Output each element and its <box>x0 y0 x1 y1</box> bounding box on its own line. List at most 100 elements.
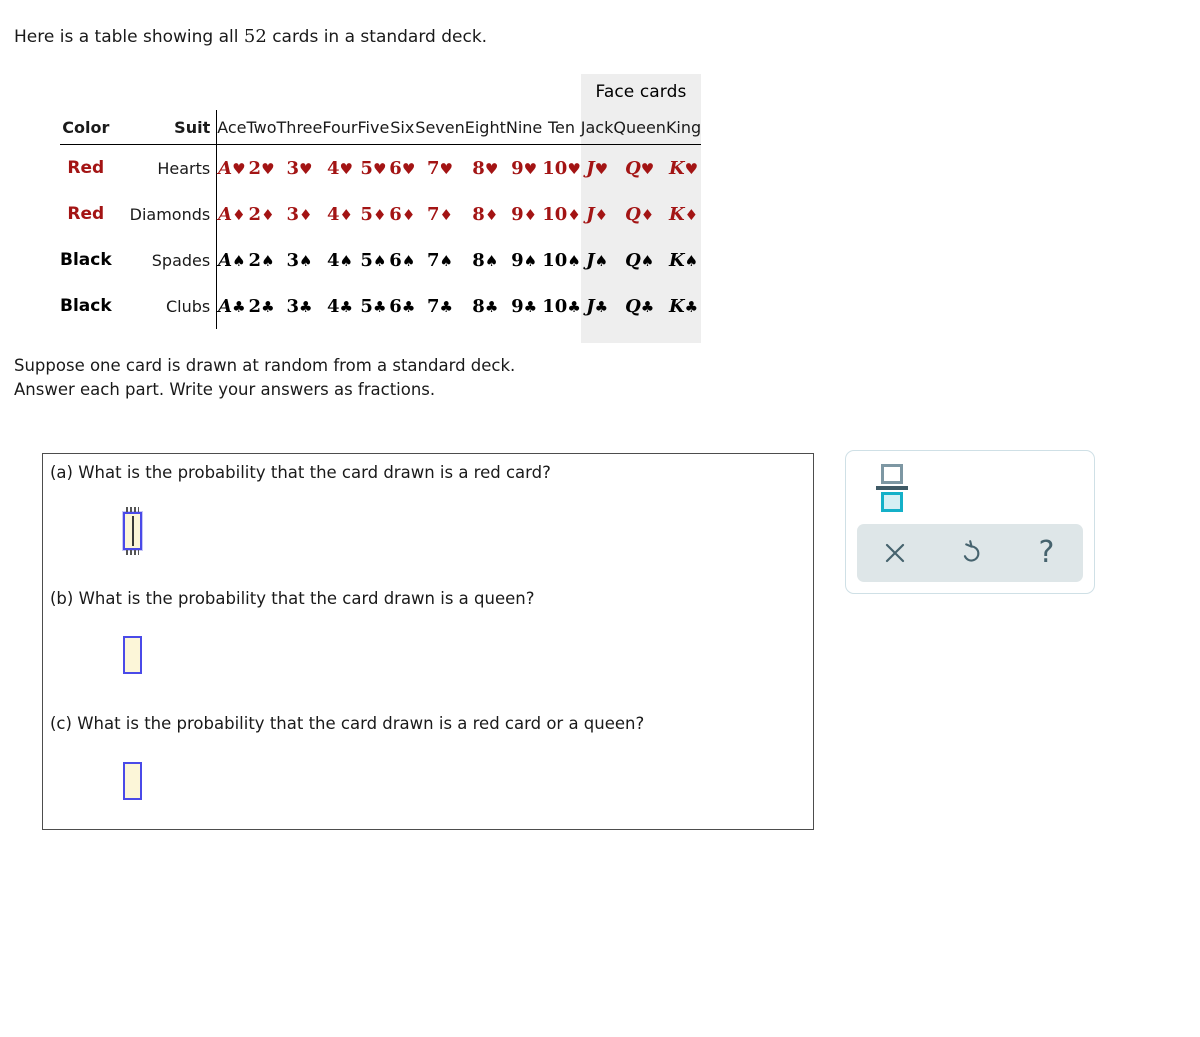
cell-suit-clubs: Clubs <box>129 283 218 329</box>
card-6-diamonds: 6♦ <box>389 203 416 225</box>
question-mark-icon: ? <box>1038 535 1055 570</box>
card-9-hearts: 9♥ <box>511 157 538 179</box>
clear-button[interactable] <box>857 524 932 582</box>
cell-suit-spades: Spades <box>129 237 218 283</box>
card-5-spades: 5♠ <box>360 249 387 271</box>
cell-color-diamonds: Red <box>67 204 105 224</box>
undo-icon <box>963 540 979 562</box>
card-k-clubs: K♣ <box>665 283 702 329</box>
card-j-diamonds: J♦ <box>580 191 614 237</box>
card-q-diamonds: Q♦ <box>613 191 666 237</box>
header-rank-five: Five <box>357 110 390 145</box>
card-k-diamonds: K♦ <box>665 191 702 237</box>
table-header-row: Color Suit Ace Two Three Four Five Six Seven Eigh… <box>60 110 702 145</box>
card-3-hearts: 3♥ <box>286 157 313 179</box>
card-q-spades: Q♠ <box>613 237 666 283</box>
header-rank-ten: Ten <box>542 110 581 145</box>
deck-table-container: Face cards Color Suit Ace Two Three Four Five Si… <box>60 74 702 343</box>
card-4-diamonds: 4♦ <box>326 203 353 225</box>
cell-color-clubs: Black <box>60 296 112 316</box>
header-rank-four: Four <box>322 110 358 145</box>
card-5-hearts: 5♥ <box>360 157 387 179</box>
cell-suit-diamonds: Diamonds <box>129 191 218 237</box>
deck-table: Face cards Color Suit Ace Two Three Four Five Si… <box>60 74 702 343</box>
answer-input-b[interactable] <box>123 636 142 674</box>
card-7-hearts: 7♥ <box>427 157 453 179</box>
card-10-hearts: 10♥ <box>542 157 581 179</box>
intro-text-before: Here is a table showing all <box>14 27 244 47</box>
card-4-hearts: 4♥ <box>326 157 353 179</box>
card-8-hearts: 8♥ <box>472 157 499 179</box>
math-toolbar: ? <box>845 450 1095 594</box>
card-a-diamonds: A♦ <box>218 203 246 225</box>
header-rank-two: Two <box>246 110 277 145</box>
card-10-clubs: 10♣ <box>542 295 581 317</box>
header-suit: Suit <box>129 110 218 145</box>
instructions-text: Suppose one card is drawn at random from… <box>14 356 516 399</box>
fraction-denominator-box <box>881 492 903 512</box>
facecards-label: Face cards <box>580 74 702 110</box>
fraction-bar <box>876 486 908 490</box>
header-rank-three: Three <box>276 110 323 145</box>
card-7-clubs: 7♣ <box>427 295 453 317</box>
fraction-icon[interactable] <box>868 459 920 512</box>
card-10-diamonds: 10♦ <box>542 203 581 225</box>
intro-sentence: Here is a table showing all 52 cards in … <box>14 26 487 48</box>
question-b-label: (b) What is the probability that the car… <box>50 589 535 608</box>
resize-handle-bottom[interactable] <box>126 550 139 555</box>
card-a-hearts: A♥ <box>218 157 246 179</box>
intro-text-after: cards in a standard deck. <box>266 27 488 47</box>
card-5-diamonds: 5♦ <box>360 203 387 225</box>
card-5-clubs: 5♣ <box>360 295 387 317</box>
card-7-diamonds: 7♦ <box>427 203 453 225</box>
card-2-clubs: 2♣ <box>248 295 275 317</box>
fraction-numerator-box <box>881 464 903 484</box>
question-c-label: (c) What is the probability that the car… <box>50 714 645 733</box>
answer-input-a[interactable] <box>123 507 142 555</box>
card-8-clubs: 8♣ <box>472 295 499 317</box>
card-j-spades: J♠ <box>580 237 614 283</box>
table-row: Red Hearts A♥ 2♥ 3♥ 4♥ 5♥ 6♥ 7♥ 8♥ 9♥ 10♥ J♥ Q♥ K♥ <box>60 144 702 191</box>
card-q-hearts: Q♥ <box>613 144 666 191</box>
card-j-clubs: J♣ <box>580 283 614 329</box>
cell-suit-hearts: Hearts <box>129 144 218 191</box>
card-6-hearts: 6♥ <box>389 157 416 179</box>
card-a-clubs: A♣ <box>218 295 246 317</box>
question-a-label: (a) What is the probability that the car… <box>50 463 551 482</box>
card-3-clubs: 3♣ <box>286 295 313 317</box>
card-k-spades: K♠ <box>665 237 702 283</box>
header-rank-eight: Eight <box>464 110 506 145</box>
facecards-band-tail <box>60 329 702 343</box>
undo-button[interactable] <box>933 524 1008 582</box>
header-rank-king: King <box>665 110 702 145</box>
card-8-spades: 8♠ <box>472 249 499 271</box>
card-6-clubs: 6♣ <box>389 295 416 317</box>
resize-handle-top[interactable] <box>126 507 139 512</box>
answer-input-c[interactable] <box>123 762 142 800</box>
tail-gray <box>580 329 702 343</box>
text-cursor <box>131 516 134 546</box>
card-j-hearts: J♥ <box>580 144 614 191</box>
card-9-clubs: 9♣ <box>511 295 538 317</box>
card-9-spades: 9♠ <box>511 249 538 271</box>
card-6-spades: 6♠ <box>389 249 416 271</box>
header-rank-queen: Queen <box>613 110 666 145</box>
header-rank-six: Six <box>389 110 416 145</box>
card-9-diamonds: 9♦ <box>511 203 538 225</box>
header-rank-jack: Jack <box>580 110 614 145</box>
deck-card-count: 52 <box>243 26 267 47</box>
card-10-spades: 10♠ <box>542 249 581 271</box>
banner-spacer <box>60 74 581 110</box>
table-row: Black Spades A♠ 2♠ 3♠ 4♠ 5♠ 6♠ 7♠ 8♠ 9♠ 10♠ J♠ Q♠ K♠ <box>60 237 702 283</box>
card-3-spades: 3♠ <box>286 249 313 271</box>
card-2-spades: 2♠ <box>248 249 275 271</box>
help-button[interactable]: ? <box>1009 524 1084 582</box>
header-rank-nine: Nine <box>505 110 543 145</box>
header-rank-ace: Ace <box>216 110 247 145</box>
card-7-spades: 7♠ <box>427 249 453 271</box>
tail-spacer <box>60 329 581 343</box>
facecards-banner-row: Face cards <box>60 74 702 110</box>
card-k-hearts: K♥ <box>665 144 702 191</box>
card-4-spades: 4♠ <box>326 249 353 271</box>
x-icon <box>885 543 904 563</box>
